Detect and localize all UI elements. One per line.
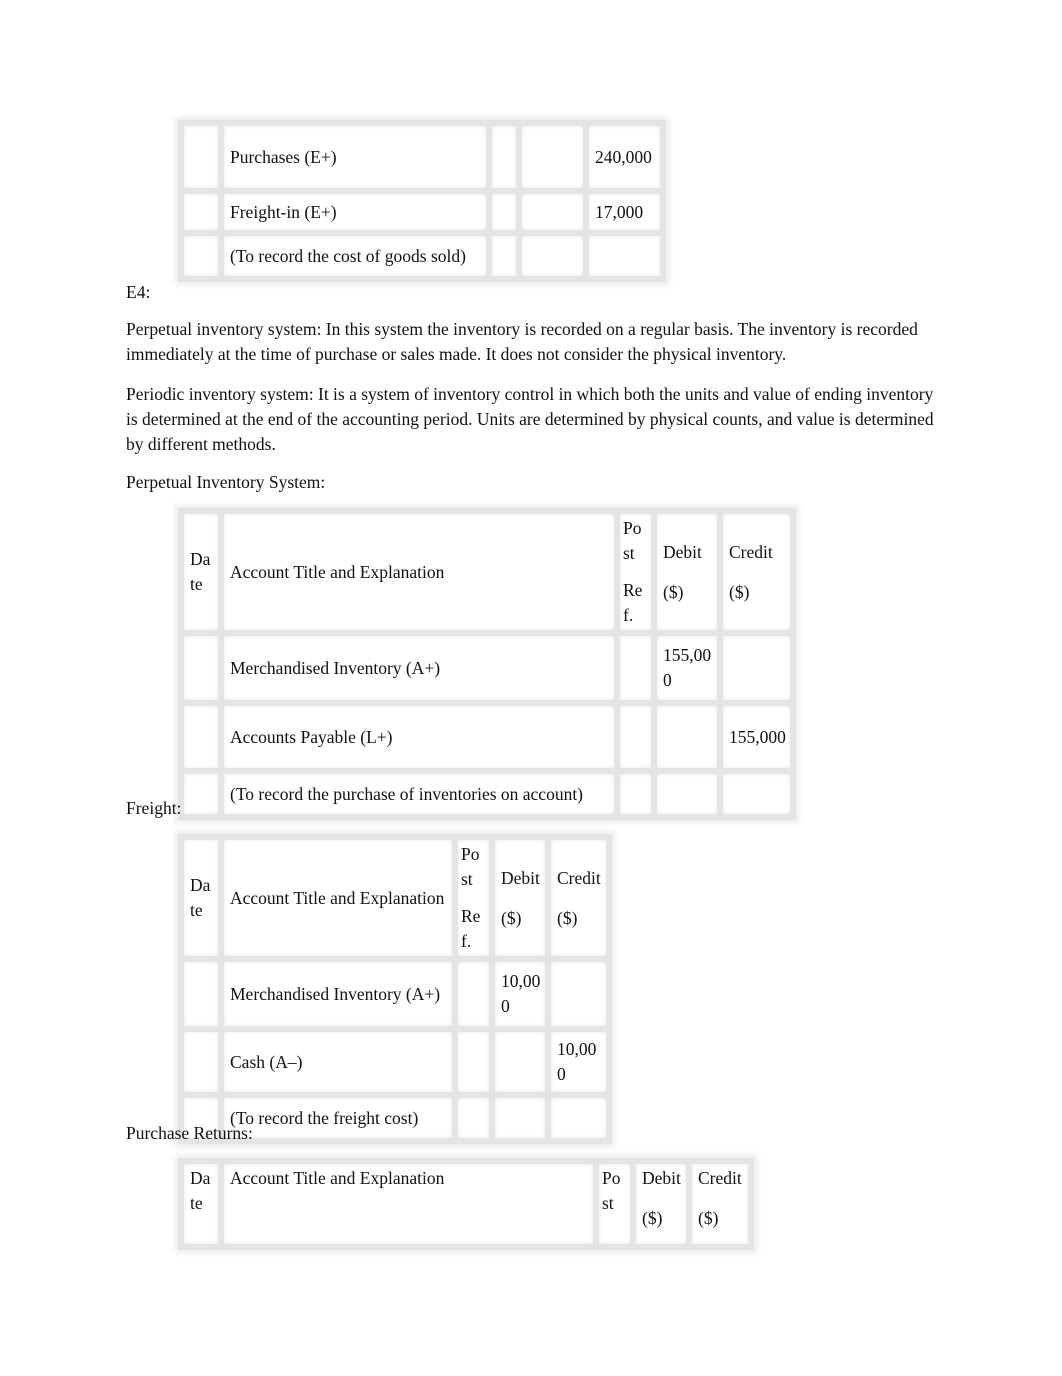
perpetual-heading: Perpetual Inventory System: bbox=[126, 472, 326, 492]
table-row: Freight-in (E+) 17,000 bbox=[178, 188, 666, 236]
debit-cell bbox=[516, 120, 589, 194]
date-cell bbox=[178, 700, 224, 774]
table-row: Merchandised Inventory (A+) 10,000 bbox=[178, 956, 612, 1032]
post-ref-cell bbox=[452, 1092, 495, 1144]
credit-cell: 10,000 bbox=[545, 1026, 612, 1098]
date-cell bbox=[178, 956, 224, 1032]
e4-label: E4: bbox=[126, 282, 151, 302]
debit-cell bbox=[489, 1026, 551, 1098]
journal-table-freight: Date Account Title and Explanation Post … bbox=[178, 834, 612, 1144]
header-debit-line2: ($) bbox=[642, 1208, 663, 1228]
header-credit-line2: ($) bbox=[729, 581, 750, 602]
header-credit: Credit ($) bbox=[545, 834, 612, 962]
header-account: Account Title and Explanation bbox=[218, 834, 458, 962]
credit-cell bbox=[583, 230, 666, 282]
table-row: Merchandised Inventory (A+) 155,000 bbox=[178, 630, 796, 706]
account-cell: (To record the cost of goods sold) bbox=[218, 230, 492, 282]
header-post-ref-line2: Ref. bbox=[461, 906, 481, 951]
header-credit: Credit ($) bbox=[686, 1158, 754, 1250]
header-credit-line1: Credit bbox=[729, 541, 773, 562]
header-debit: Debit ($) bbox=[489, 834, 551, 962]
header-account: Account Title and Explanation bbox=[218, 508, 620, 636]
freight-heading: Freight: bbox=[126, 798, 182, 818]
post-ref-cell bbox=[614, 768, 657, 820]
account-cell: Purchases (E+) bbox=[218, 120, 492, 194]
header-credit: Credit ($) bbox=[717, 508, 796, 636]
debit-cell: 10,000 bbox=[489, 956, 551, 1032]
date-cell bbox=[178, 188, 224, 236]
debit-cell bbox=[489, 1092, 551, 1144]
account-cell: Accounts Payable (L+) bbox=[218, 700, 620, 774]
debit-cell bbox=[651, 700, 723, 774]
journal-table-purchase-returns: Date Account Title and Explanation Post … bbox=[178, 1158, 754, 1250]
credit-cell bbox=[545, 956, 612, 1032]
header-post-ref-line2: Ref. bbox=[623, 580, 643, 625]
post-ref-cell bbox=[452, 1026, 495, 1098]
table-row: (To record the purchase of inventories o… bbox=[178, 768, 796, 820]
header-credit-line2: ($) bbox=[698, 1208, 719, 1228]
header-debit-line1: Debit bbox=[663, 541, 702, 562]
credit-cell bbox=[717, 630, 796, 706]
perpetual-definition: Perpetual inventory system: In this syst… bbox=[126, 319, 918, 364]
debit-cell: 155,000 bbox=[651, 630, 723, 706]
header-date: Date bbox=[178, 1158, 224, 1250]
post-ref-cell bbox=[486, 188, 522, 236]
purchase-returns-heading: Purchase Returns: bbox=[126, 1123, 253, 1143]
credit-cell: 17,000 bbox=[583, 188, 666, 236]
header-post-ref: Post Ref. bbox=[452, 834, 495, 962]
header-debit-line1: Debit bbox=[642, 1168, 681, 1188]
header-date: Date bbox=[178, 508, 224, 636]
post-ref-cell bbox=[452, 956, 495, 1032]
header-post-ref-line1: Post bbox=[602, 1168, 621, 1213]
account-cell: Merchandised Inventory (A+) bbox=[218, 956, 458, 1032]
table-row: Cash (A–) 10,000 bbox=[178, 1026, 612, 1098]
table-header-row: Date Account Title and Explanation Post … bbox=[178, 1158, 754, 1250]
date-cell bbox=[178, 1026, 224, 1098]
debit-cell bbox=[516, 188, 589, 236]
header-post-ref: Post Ref. bbox=[614, 508, 657, 636]
header-post-ref-line1: Post bbox=[623, 518, 642, 563]
post-ref-cell bbox=[614, 700, 657, 774]
header-debit: Debit ($) bbox=[630, 1158, 692, 1250]
account-cell: (To record the purchase of inventories o… bbox=[218, 768, 620, 820]
periodic-definition: Periodic inventory system: It is a syste… bbox=[126, 384, 934, 454]
table-row: Purchases (E+) 240,000 bbox=[178, 120, 666, 194]
header-debit-line1: Debit bbox=[501, 867, 540, 888]
credit-cell: 155,000 bbox=[717, 700, 796, 774]
account-cell: Freight-in (E+) bbox=[218, 188, 492, 236]
post-ref-cell bbox=[486, 230, 522, 282]
account-cell: Cash (A–) bbox=[218, 1026, 458, 1098]
date-cell bbox=[178, 120, 224, 194]
post-ref-cell bbox=[486, 120, 522, 194]
header-date: Date bbox=[178, 834, 224, 962]
header-credit-line2: ($) bbox=[557, 907, 578, 928]
header-credit-line1: Credit bbox=[557, 867, 601, 888]
table-header-row: Date Account Title and Explanation Post … bbox=[178, 508, 796, 636]
table-header-row: Date Account Title and Explanation Post … bbox=[178, 834, 612, 962]
date-cell bbox=[178, 230, 224, 282]
credit-cell bbox=[545, 1092, 612, 1144]
header-account: Account Title and Explanation bbox=[218, 1158, 599, 1250]
journal-table-perpetual: Date Account Title and Explanation Post … bbox=[178, 508, 796, 820]
post-ref-cell bbox=[614, 630, 657, 706]
date-cell bbox=[178, 630, 224, 706]
header-debit-line2: ($) bbox=[663, 581, 684, 602]
debit-cell bbox=[651, 768, 723, 820]
journal-table-cogs: Purchases (E+) 240,000 Freight-in (E+) 1… bbox=[178, 120, 666, 282]
account-cell: (To record the freight cost) bbox=[218, 1092, 458, 1144]
table-row: (To record the cost of goods sold) bbox=[178, 230, 666, 282]
header-post-ref: Post bbox=[593, 1158, 636, 1250]
header-post-ref-line1: Post bbox=[461, 844, 480, 889]
debit-cell bbox=[516, 230, 589, 282]
credit-cell: 240,000 bbox=[583, 120, 666, 194]
header-debit-line2: ($) bbox=[501, 907, 522, 928]
header-debit: Debit ($) bbox=[651, 508, 723, 636]
date-cell bbox=[178, 768, 224, 820]
account-cell: Merchandised Inventory (A+) bbox=[218, 630, 620, 706]
credit-cell bbox=[717, 768, 796, 820]
header-credit-line1: Credit bbox=[698, 1168, 742, 1188]
table-row: Accounts Payable (L+) 155,000 bbox=[178, 700, 796, 774]
